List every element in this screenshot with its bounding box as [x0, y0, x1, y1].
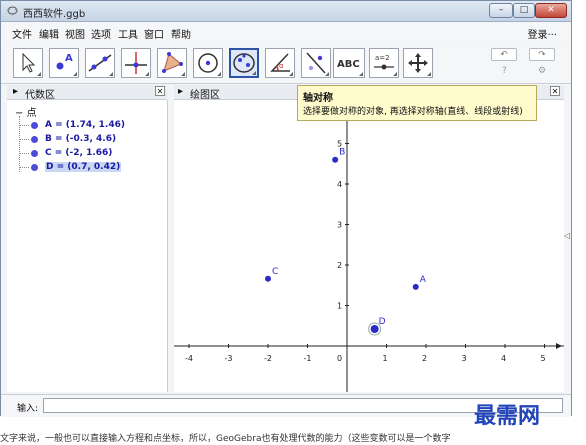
menu-edit[interactable]: 编辑 [39, 26, 59, 41]
point-label: C [272, 267, 278, 277]
menu-view[interactable]: 视图 [65, 26, 85, 41]
graphics-view-title: 绘图区 [190, 90, 220, 101]
toolbar-divider [1, 83, 571, 84]
reflect-tool[interactable] [301, 48, 331, 78]
algebra-item-label: D = (0.7, 0.42) [45, 162, 122, 172]
menu-help[interactable]: 帮助 [171, 26, 191, 41]
x-axis-arrow [556, 343, 562, 349]
algebra-close-icon[interactable]: ✕ [155, 86, 165, 96]
point-c-visibility-toggle[interactable] [31, 150, 38, 157]
menu-tools[interactable]: 工具 [118, 26, 138, 41]
tooltip-text: 选择要做对称的对象, 再选择对称轴(直线、线段或射线) [303, 107, 523, 117]
y-tick-label: 3 [337, 221, 342, 230]
x-tick-label: 0 [337, 354, 342, 363]
point-label: D [379, 317, 386, 327]
close-button[interactable]: ✕ [535, 3, 567, 18]
undo-button[interactable]: ↶ [491, 48, 517, 61]
algebra-item-c[interactable]: C = (-2, 1.66) [19, 147, 161, 160]
tooltip-title: 轴对称 [303, 93, 333, 104]
watermark-brand: 最需网 [474, 403, 541, 429]
x-tick-label: -2 [264, 354, 272, 363]
window-title: 西西软件.ggb [23, 9, 86, 20]
svg-text:a=2: a=2 [375, 54, 390, 62]
menu-window[interactable]: 窗口 [144, 26, 164, 41]
input-label: 输入: [17, 404, 39, 414]
y-tick-label: 2 [337, 261, 342, 270]
algebra-item-label: A = (1.74, 1.46) [45, 120, 125, 130]
tool-tooltip: 轴对称 选择要做对称的对象, 再选择对称轴(直线、线段或射线) [297, 85, 537, 121]
graphics-canvas[interactable]: -4 -3 -2 -1 0 1 2 3 4 512345ABCD [174, 100, 564, 392]
line-tool[interactable] [85, 48, 115, 78]
move-tool[interactable] [13, 48, 43, 78]
x-tick-label: 3 [462, 354, 467, 363]
folder-label: 点 [26, 108, 37, 119]
login-link[interactable]: 登录··· [527, 26, 557, 41]
algebra-view: − 点 A = (1.74, 1.46) B = (-0.3, 4.6) C =… [7, 100, 168, 392]
point-a[interactable] [412, 283, 419, 290]
maximize-button[interactable]: □ [513, 3, 535, 18]
x-tick-label: 2 [422, 354, 427, 363]
point-label: A [420, 275, 427, 285]
toolbar: A α ABC a=2 ↶ ↷ ? ⚙ [1, 43, 571, 83]
graphics-view[interactable]: -4 -3 -2 -1 0 1 2 3 4 5 1 2 3 4 5 A B C D [174, 100, 564, 392]
help-icon[interactable]: ? [502, 66, 507, 76]
perpendicular-tool[interactable] [121, 48, 151, 78]
title-bar: 西西软件.ggb – □ ✕ [1, 1, 571, 22]
settings-icon[interactable]: ⚙ [538, 66, 546, 76]
circle-tool[interactable] [193, 48, 223, 78]
menu-bar: 文件 编辑 视图 选项 工具 窗口 帮助 登录··· [1, 22, 571, 42]
point-d[interactable] [370, 324, 379, 333]
algebra-item-label: B = (-0.3, 4.6) [45, 134, 117, 144]
minimize-button[interactable]: – [489, 3, 513, 18]
point-c[interactable] [265, 275, 271, 282]
app-window: 西西软件.ggb – □ ✕ 文件 编辑 视图 选项 工具 窗口 帮助 登录··… [0, 0, 572, 417]
text-tool[interactable]: ABC [333, 48, 365, 78]
algebra-item-d[interactable]: D = (0.7, 0.42) [19, 161, 161, 174]
x-tick-label: -4 [185, 354, 193, 363]
menu-options[interactable]: 选项 [91, 26, 111, 41]
svg-text:A: A [65, 53, 73, 64]
point-tool[interactable]: A [49, 48, 79, 78]
point-b[interactable] [332, 156, 339, 163]
x-tick-label: -1 [304, 354, 312, 363]
x-tick-label: 4 [501, 354, 506, 363]
x-tick-label: 5 [541, 354, 546, 363]
point-d-visibility-toggle[interactable] [31, 164, 38, 171]
algebra-item-a[interactable]: A = (1.74, 1.46) [19, 119, 161, 132]
algebra-item-label: C = (-2, 1.66) [45, 148, 113, 158]
move-view-tool[interactable] [403, 48, 433, 78]
app-icon [7, 6, 18, 16]
graphics-view-toggle-icon[interactable]: ▸ [178, 86, 183, 97]
algebra-item-b[interactable]: B = (-0.3, 4.6) [19, 133, 161, 146]
svg-text:ABC: ABC [337, 59, 360, 70]
article-caption: 文字来说，一般也可以直接输入方程和点坐标，所以，GeoGebra也有处理代数的能… [0, 434, 451, 444]
svg-text:α: α [279, 62, 284, 70]
algebra-view-header: ▸ 代数区 ✕ [7, 85, 167, 101]
x-tick-label: 1 [383, 354, 388, 363]
panel-collapse-handle[interactable]: ◁ [564, 231, 570, 240]
angle-tool[interactable]: α [265, 48, 295, 78]
conic-tool[interactable] [229, 48, 259, 78]
menu-file[interactable]: 文件 [12, 26, 32, 41]
y-tick-label: 1 [337, 302, 342, 311]
point-a-visibility-toggle[interactable] [31, 122, 38, 129]
polygon-tool[interactable] [157, 48, 187, 78]
algebra-view-toggle-icon[interactable]: ▸ [13, 86, 18, 97]
x-tick-label: -3 [225, 354, 233, 363]
algebra-view-title: 代数区 [25, 90, 55, 101]
y-tick-label: 4 [337, 180, 342, 189]
redo-button[interactable]: ↷ [529, 48, 555, 61]
slider-tool[interactable]: a=2 [369, 48, 399, 78]
point-b-visibility-toggle[interactable] [31, 136, 38, 143]
graphics-close-icon[interactable]: ✕ [550, 86, 560, 96]
point-label: B [339, 148, 345, 158]
